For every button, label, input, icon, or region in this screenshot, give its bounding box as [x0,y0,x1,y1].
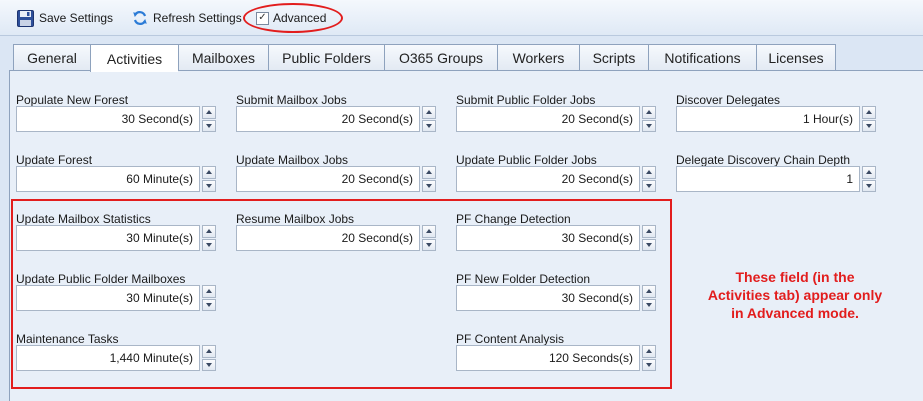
spin-down-button[interactable] [642,179,656,192]
spin-down-button[interactable] [862,119,876,132]
spin-up-button[interactable] [422,106,436,119]
save-settings-label: Save Settings [39,11,114,25]
annotation-line: Activities tab) appear only [707,287,883,303]
spin-up-button[interactable] [202,106,216,119]
refresh-icon [132,10,148,26]
spin-up-button[interactable] [862,166,876,179]
refresh-settings-button[interactable]: Refresh Settings [132,9,242,27]
spin-up-button[interactable] [642,166,656,179]
tab-workers[interactable]: Workers [497,44,579,71]
tab-public-folders[interactable]: Public Folders [268,44,384,71]
update-mailbox-jobs-input[interactable]: 20 Second(s) [236,166,420,192]
annotation-line: in Advanced mode. [731,305,859,321]
tab-mailboxes[interactable]: Mailboxes [178,44,268,71]
spinner [202,106,216,132]
spinner [642,166,656,192]
update-public-folder-jobs-input[interactable]: 20 Second(s) [456,166,640,192]
field-label: Submit Mailbox Jobs [236,93,347,107]
spin-down-button[interactable] [422,119,436,132]
field-label: Discover Delegates [676,93,781,107]
tab-scripts[interactable]: Scripts [579,44,648,71]
spin-down-button[interactable] [422,179,436,192]
spin-down-button[interactable] [202,119,216,132]
tab-strip: General Activities Mailboxes Public Fold… [13,44,836,72]
spin-up-button[interactable] [202,166,216,179]
delegate-discovery-chain-depth-input[interactable]: 1 [676,166,860,192]
spin-down-button[interactable] [862,179,876,192]
spin-up-button[interactable] [422,166,436,179]
update-forest-input[interactable]: 60 Minute(s) [16,166,200,192]
populate-new-forest-input[interactable]: 30 Second(s) [16,106,200,132]
spinner [422,106,436,132]
spinner [642,106,656,132]
spinner [862,106,876,132]
spinner [422,166,436,192]
advanced-fields-highlight-box [11,199,672,389]
annotation-note: These field (in the Activities tab) appe… [690,268,900,322]
field-label: Populate New Forest [16,93,129,107]
spin-down-button[interactable] [202,179,216,192]
field-label: Update Mailbox Jobs [236,153,349,167]
spin-up-button[interactable] [862,106,876,119]
tab-general[interactable]: General [13,44,90,71]
refresh-settings-label: Refresh Settings [153,11,242,25]
spinner [862,166,876,192]
annotation-line: These field (in the [735,269,855,285]
tab-activities[interactable]: Activities [90,44,178,72]
field-label: Update Forest [16,153,93,167]
advanced-highlight-ellipse [243,3,343,33]
discover-delegates-input[interactable]: 1 Hour(s) [676,106,860,132]
spin-up-button[interactable] [642,106,656,119]
field-label: Delegate Discovery Chain Depth [676,153,851,167]
tab-licenses[interactable]: Licenses [756,44,836,71]
field-label: Update Public Folder Jobs [456,153,597,167]
tab-notifications[interactable]: Notifications [648,44,756,71]
field-label: Submit Public Folder Jobs [456,93,596,107]
save-settings-button[interactable]: Save Settings [17,9,113,27]
tab-o365-groups[interactable]: O365 Groups [384,44,497,71]
spinner [202,166,216,192]
spin-down-button[interactable] [642,119,656,132]
submit-mailbox-jobs-input[interactable]: 20 Second(s) [236,106,420,132]
save-icon [17,9,34,27]
toolbar: Save Settings Refresh Settings ✓ Advance… [0,0,923,36]
submit-public-folder-jobs-input[interactable]: 20 Second(s) [456,106,640,132]
